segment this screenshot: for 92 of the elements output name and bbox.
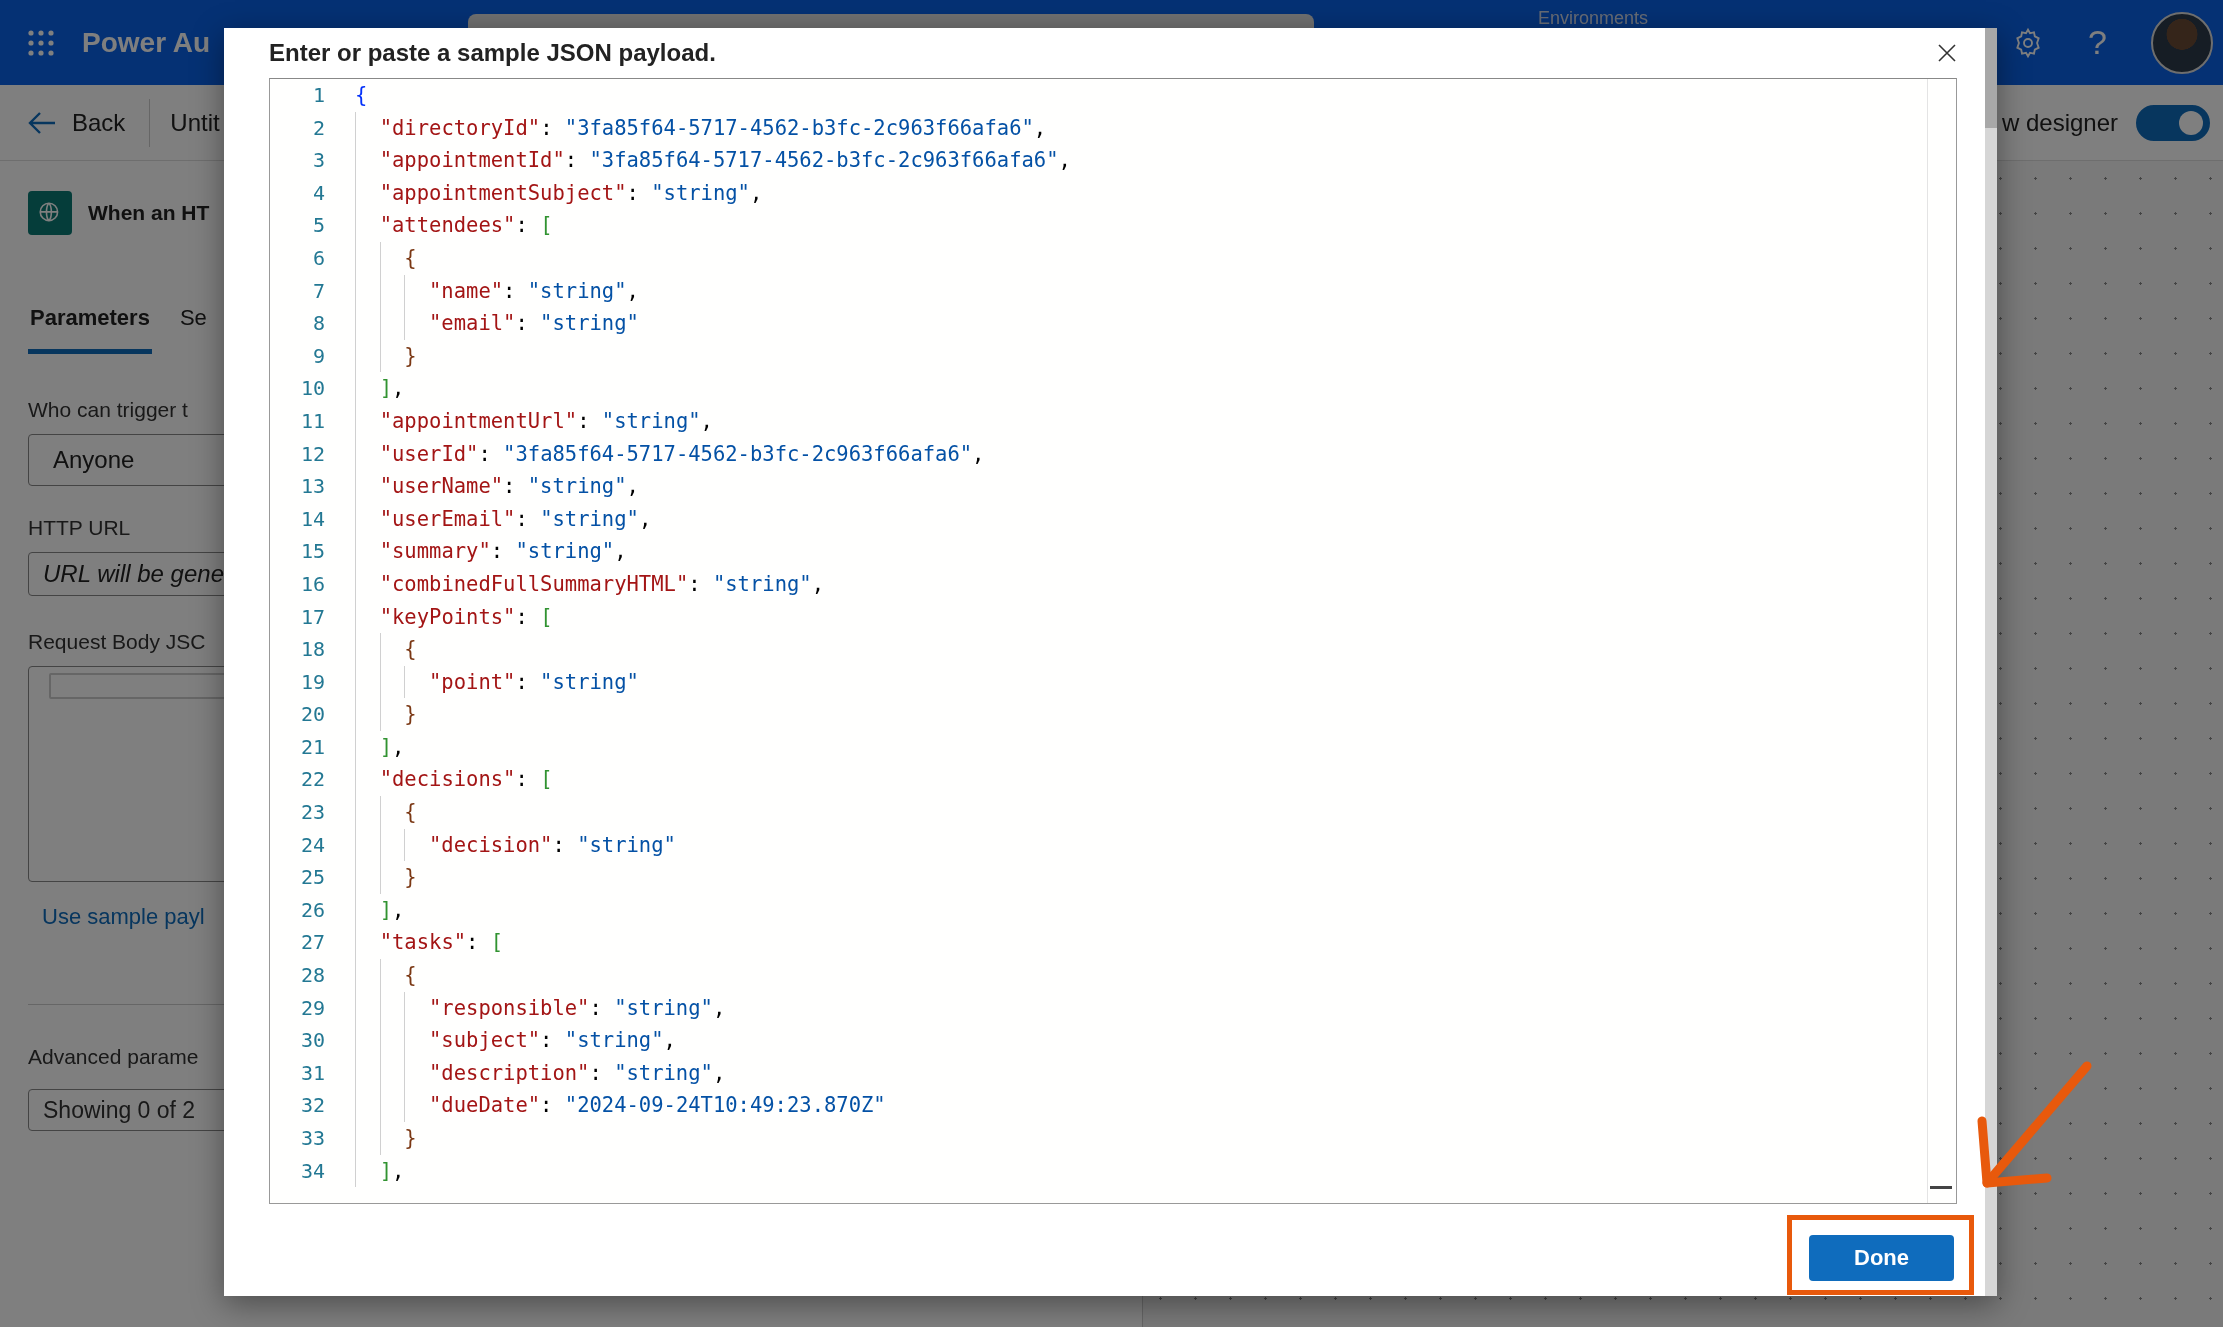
globe-icon (28, 191, 72, 235)
line-number: 18 (299, 636, 325, 664)
code-line: "summary": "string", (355, 535, 1927, 568)
code-line: ], (355, 372, 1927, 405)
line-number: 34 (299, 1157, 325, 1185)
line-number: 33 (299, 1125, 325, 1152)
code-line: "subject": "string", (355, 1024, 1927, 1057)
line-number: 20 (299, 701, 325, 729)
line-number: 6 (311, 244, 325, 272)
line-number: 26 (299, 896, 325, 924)
line-number: 16 (299, 570, 325, 598)
sample-payload-link[interactable]: Use sample payl (42, 904, 205, 930)
line-number: 19 (299, 668, 325, 696)
code-line: { (355, 241, 1927, 275)
field-label: Request Body JSC (28, 630, 206, 654)
code-line: { (355, 633, 1927, 666)
code-line: "decisions": [ (355, 763, 1927, 797)
code-line: "appointmentId": "3fa85f64-5717-4562-b3fc-2c963f66afa6", (355, 144, 1927, 177)
code-line: "userEmail": "string", (355, 502, 1927, 536)
help-icon[interactable]: ? (2088, 23, 2107, 62)
designer-toggle-label: w designer (2001, 108, 2118, 137)
code-line: ], (355, 730, 1927, 764)
code-editor[interactable] (269, 78, 1957, 1204)
line-number: 5 (311, 212, 325, 240)
code-line: "userName": "string", (355, 470, 1927, 503)
environment-label: Environments (1538, 8, 1649, 29)
done-button[interactable]: Done (1809, 1235, 1954, 1281)
line-number: 23 (299, 799, 325, 827)
code-line: "combinedFullSummaryHTML": "string", (355, 567, 1927, 601)
line-number: 11 (299, 407, 325, 435)
field-label: HTTP URL (28, 516, 131, 540)
line-number: 4 (311, 179, 325, 207)
flow-name: Untit (170, 108, 220, 137)
line-number: 28 (299, 962, 325, 990)
code-line: "point": "string" (355, 665, 1927, 699)
field-label: Who can trigger t (28, 398, 188, 422)
line-number: 12 (299, 440, 325, 468)
line-number: 32 (299, 1092, 325, 1120)
designer-toggle[interactable] (2136, 104, 2210, 141)
line-number: 13 (299, 473, 325, 501)
line-number: 2 (311, 114, 325, 142)
code-line: { (355, 82, 369, 109)
back-arrow-icon (28, 110, 56, 135)
field-label: Advanced parame (28, 1045, 199, 1069)
code-line: "attendees": [ (355, 209, 1927, 242)
trigger-title: When an HT (88, 201, 210, 225)
dialog-title: Enter or paste a sample JSON payload. (269, 39, 716, 67)
app-launcher-icon[interactable] (28, 29, 54, 56)
code-line: "keyPoints": [ (355, 600, 1927, 634)
line-number: 31 (299, 1059, 325, 1087)
panel-tab[interactable]: Se (177, 305, 209, 354)
panel-tab[interactable]: Parameters (28, 305, 152, 354)
line-number: 27 (299, 929, 325, 957)
code-line: } (355, 339, 1927, 373)
code-line: "appointmentUrl": "string", (355, 404, 1927, 438)
scroll-marker (1930, 1186, 1952, 1189)
line-number: 10 (299, 375, 325, 403)
code-line: "decision": "string" (355, 828, 1927, 862)
code-line: "email": "string" (355, 307, 1927, 340)
code-line: "responsible": "string", (355, 991, 1927, 1025)
line-number: 8 (311, 310, 325, 338)
code-line: "tasks": [ (355, 926, 1927, 960)
close-icon[interactable] (1937, 43, 1957, 63)
line-number: 7 (311, 277, 325, 305)
line-number: 29 (299, 994, 325, 1022)
code-line: { (355, 959, 1927, 992)
code-line: "userId": "3fa85f64-5717-4562-b3fc-2c963f66afa6", (355, 437, 1927, 471)
line-number: 17 (299, 603, 325, 631)
scrollbar[interactable] (1985, 28, 1997, 1296)
back-button[interactable]: Back (28, 108, 126, 137)
code-line: "description": "string", (355, 1056, 1927, 1090)
code-line: "dueDate": "2024-09-24T10:49:23.870Z" (355, 1089, 1927, 1122)
line-number: 14 (299, 505, 325, 533)
line-number: 1 (311, 82, 325, 109)
line-number: 24 (299, 831, 325, 859)
code-line: { (355, 796, 1927, 829)
code-line: "name": "string", (355, 274, 1927, 308)
code-line: ], (355, 1154, 1927, 1188)
code-line: "appointmentSubject": "string", (355, 176, 1927, 210)
code-line: "directoryId": "3fa85f64-5717-4562-b3fc-2c963f66afa6", (355, 111, 1927, 145)
line-number: 9 (311, 342, 325, 370)
line-number: 15 (299, 538, 325, 566)
line-number: 30 (299, 1027, 325, 1055)
app-name: Power Au (82, 26, 211, 59)
line-number: 21 (299, 733, 325, 761)
code-line: ], (355, 893, 1927, 927)
line-number: 3 (311, 147, 325, 175)
line-number: 25 (299, 864, 325, 892)
code-line: } (355, 698, 1927, 731)
code-line: } (355, 1122, 1927, 1155)
code-line: } (355, 861, 1927, 894)
line-number: 22 (299, 766, 325, 794)
